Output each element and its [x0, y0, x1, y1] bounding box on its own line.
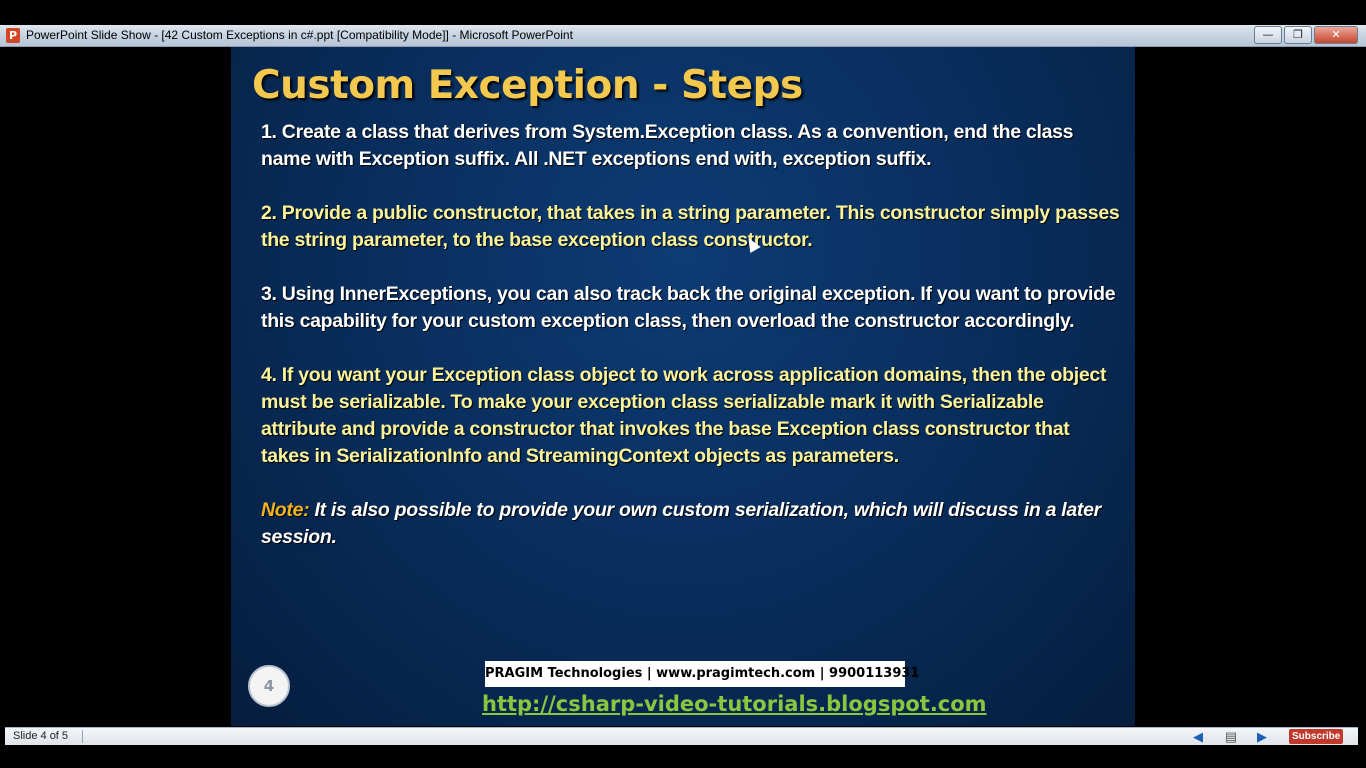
powerpoint-icon: P [6, 28, 20, 43]
status-divider [82, 730, 83, 743]
step-4: 4. If you want your Exception class obje… [261, 364, 1107, 467]
step-1: 1. Create a class that derives from Syst… [261, 121, 1074, 170]
close-icon[interactable]: ✕ [1314, 26, 1358, 44]
footer-contact: PRAGIM Technologies | www.pragimtech.com… [485, 661, 919, 687]
restore-icon[interactable]: ❐ [1284, 26, 1312, 44]
window-titlebar: P PowerPoint Slide Show - [42 Custom Exc… [0, 25, 1366, 47]
note: Note: It is also possible to provide you… [261, 497, 1121, 551]
note-text: It is also possible to provide your own … [261, 499, 1101, 548]
status-bar: Slide 4 of 5 ◀ ▤ ▶ Subscribe [5, 727, 1358, 745]
slide-canvas[interactable]: Custom Exception - Steps 1. Create a cla… [231, 47, 1135, 726]
minimize-icon[interactable]: — [1254, 26, 1282, 44]
step-3: 3. Using InnerExceptions, you can also t… [261, 283, 1116, 332]
blog-link[interactable]: http://csharp-video-tutorials.blogspot.c… [482, 692, 987, 716]
step-2: 2. Provide a public constructor, that ta… [261, 202, 1120, 251]
slide-menu-icon[interactable]: ▤ [1223, 729, 1239, 744]
slide-title: Custom Exception - Steps [252, 63, 803, 108]
window-controls: — ❐ ✕ [1252, 26, 1358, 44]
next-slide-icon[interactable]: ▶ [1254, 729, 1270, 744]
slide-number-badge: 4 [248, 665, 290, 707]
window-title: PowerPoint Slide Show - [42 Custom Excep… [26, 28, 573, 42]
previous-slide-icon[interactable]: ◀ [1190, 729, 1206, 744]
note-label: Note: [261, 499, 310, 521]
slide-body: 1. Create a class that derives from Syst… [261, 119, 1121, 551]
subscribe-button[interactable]: Subscribe [1289, 729, 1344, 744]
slide-indicator: Slide 4 of 5 [13, 730, 69, 742]
